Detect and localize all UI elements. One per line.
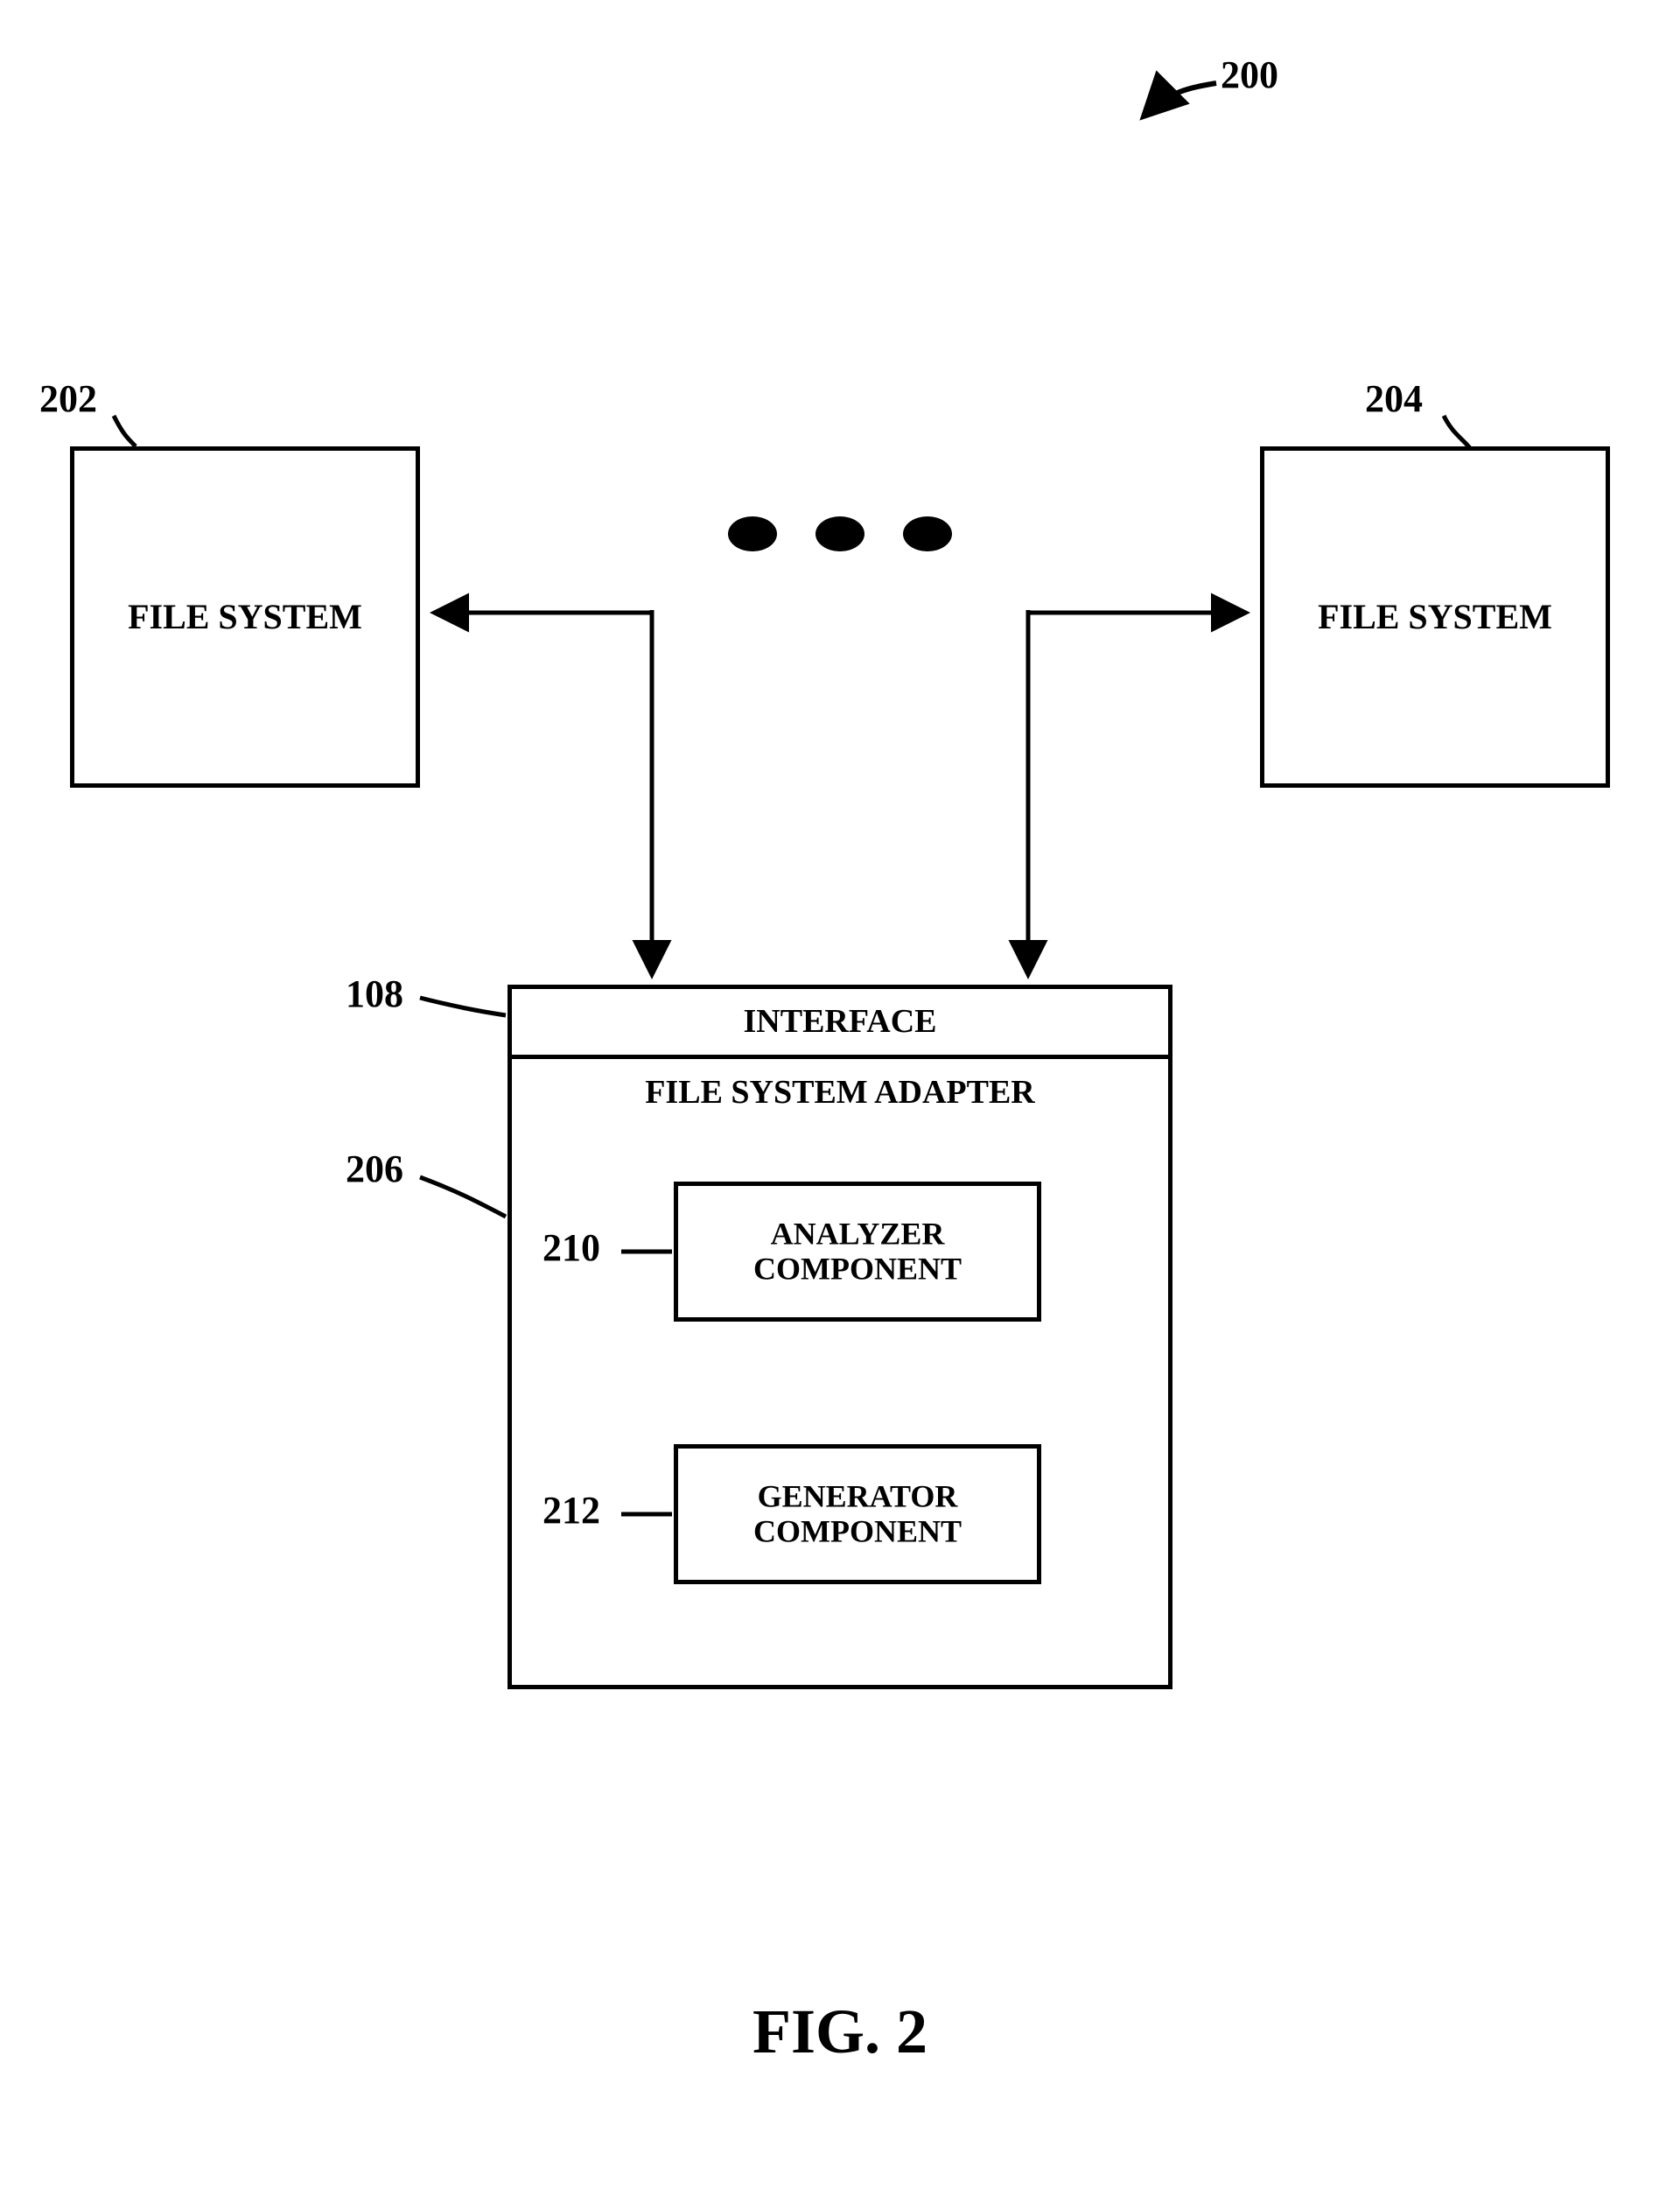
diagram-canvas: 200 202 FILE SYSTEM 204 FILE SYSTEM 108 … (0, 0, 1680, 2203)
figure-caption: FIG. 2 (0, 1996, 1680, 2068)
file-system-left-box: FILE SYSTEM (70, 446, 420, 788)
leader-204 (1444, 416, 1470, 448)
figure-ref-number: 200 (1221, 53, 1278, 97)
file-system-right-label: FILE SYSTEM (1264, 598, 1606, 636)
ref-202: 202 (39, 376, 97, 421)
file-system-right-box: FILE SYSTEM (1260, 446, 1610, 788)
file-system-left-label: FILE SYSTEM (74, 598, 416, 636)
ref-108: 108 (346, 972, 403, 1016)
ref-210: 210 (542, 1225, 600, 1270)
ref-212: 212 (542, 1488, 600, 1533)
ellipsis-dot-icon (728, 516, 777, 551)
interface-label: INTERFACE (512, 1004, 1168, 1041)
analyzer-label: ANALYZER COMPONENT (678, 1217, 1037, 1286)
leader-108 (420, 998, 506, 1015)
file-system-adapter-label: FILE SYSTEM ADAPTER (512, 1075, 1168, 1112)
swoosh-arrow-icon (1146, 83, 1216, 114)
ellipsis-dot-icon (816, 516, 864, 551)
generator-label: GENERATOR COMPONENT (678, 1479, 1037, 1548)
analyzer-box: ANALYZER COMPONENT (674, 1182, 1041, 1322)
generator-box: GENERATOR COMPONENT (674, 1444, 1041, 1584)
interface-box: INTERFACE (508, 985, 1172, 1059)
leader-206 (420, 1177, 506, 1217)
ellipsis-dot-icon (903, 516, 952, 551)
ref-204: 204 (1365, 376, 1423, 421)
ref-206: 206 (346, 1147, 403, 1191)
leader-202 (114, 416, 136, 446)
file-system-adapter-box: FILE SYSTEM ADAPTER (508, 1059, 1172, 1689)
